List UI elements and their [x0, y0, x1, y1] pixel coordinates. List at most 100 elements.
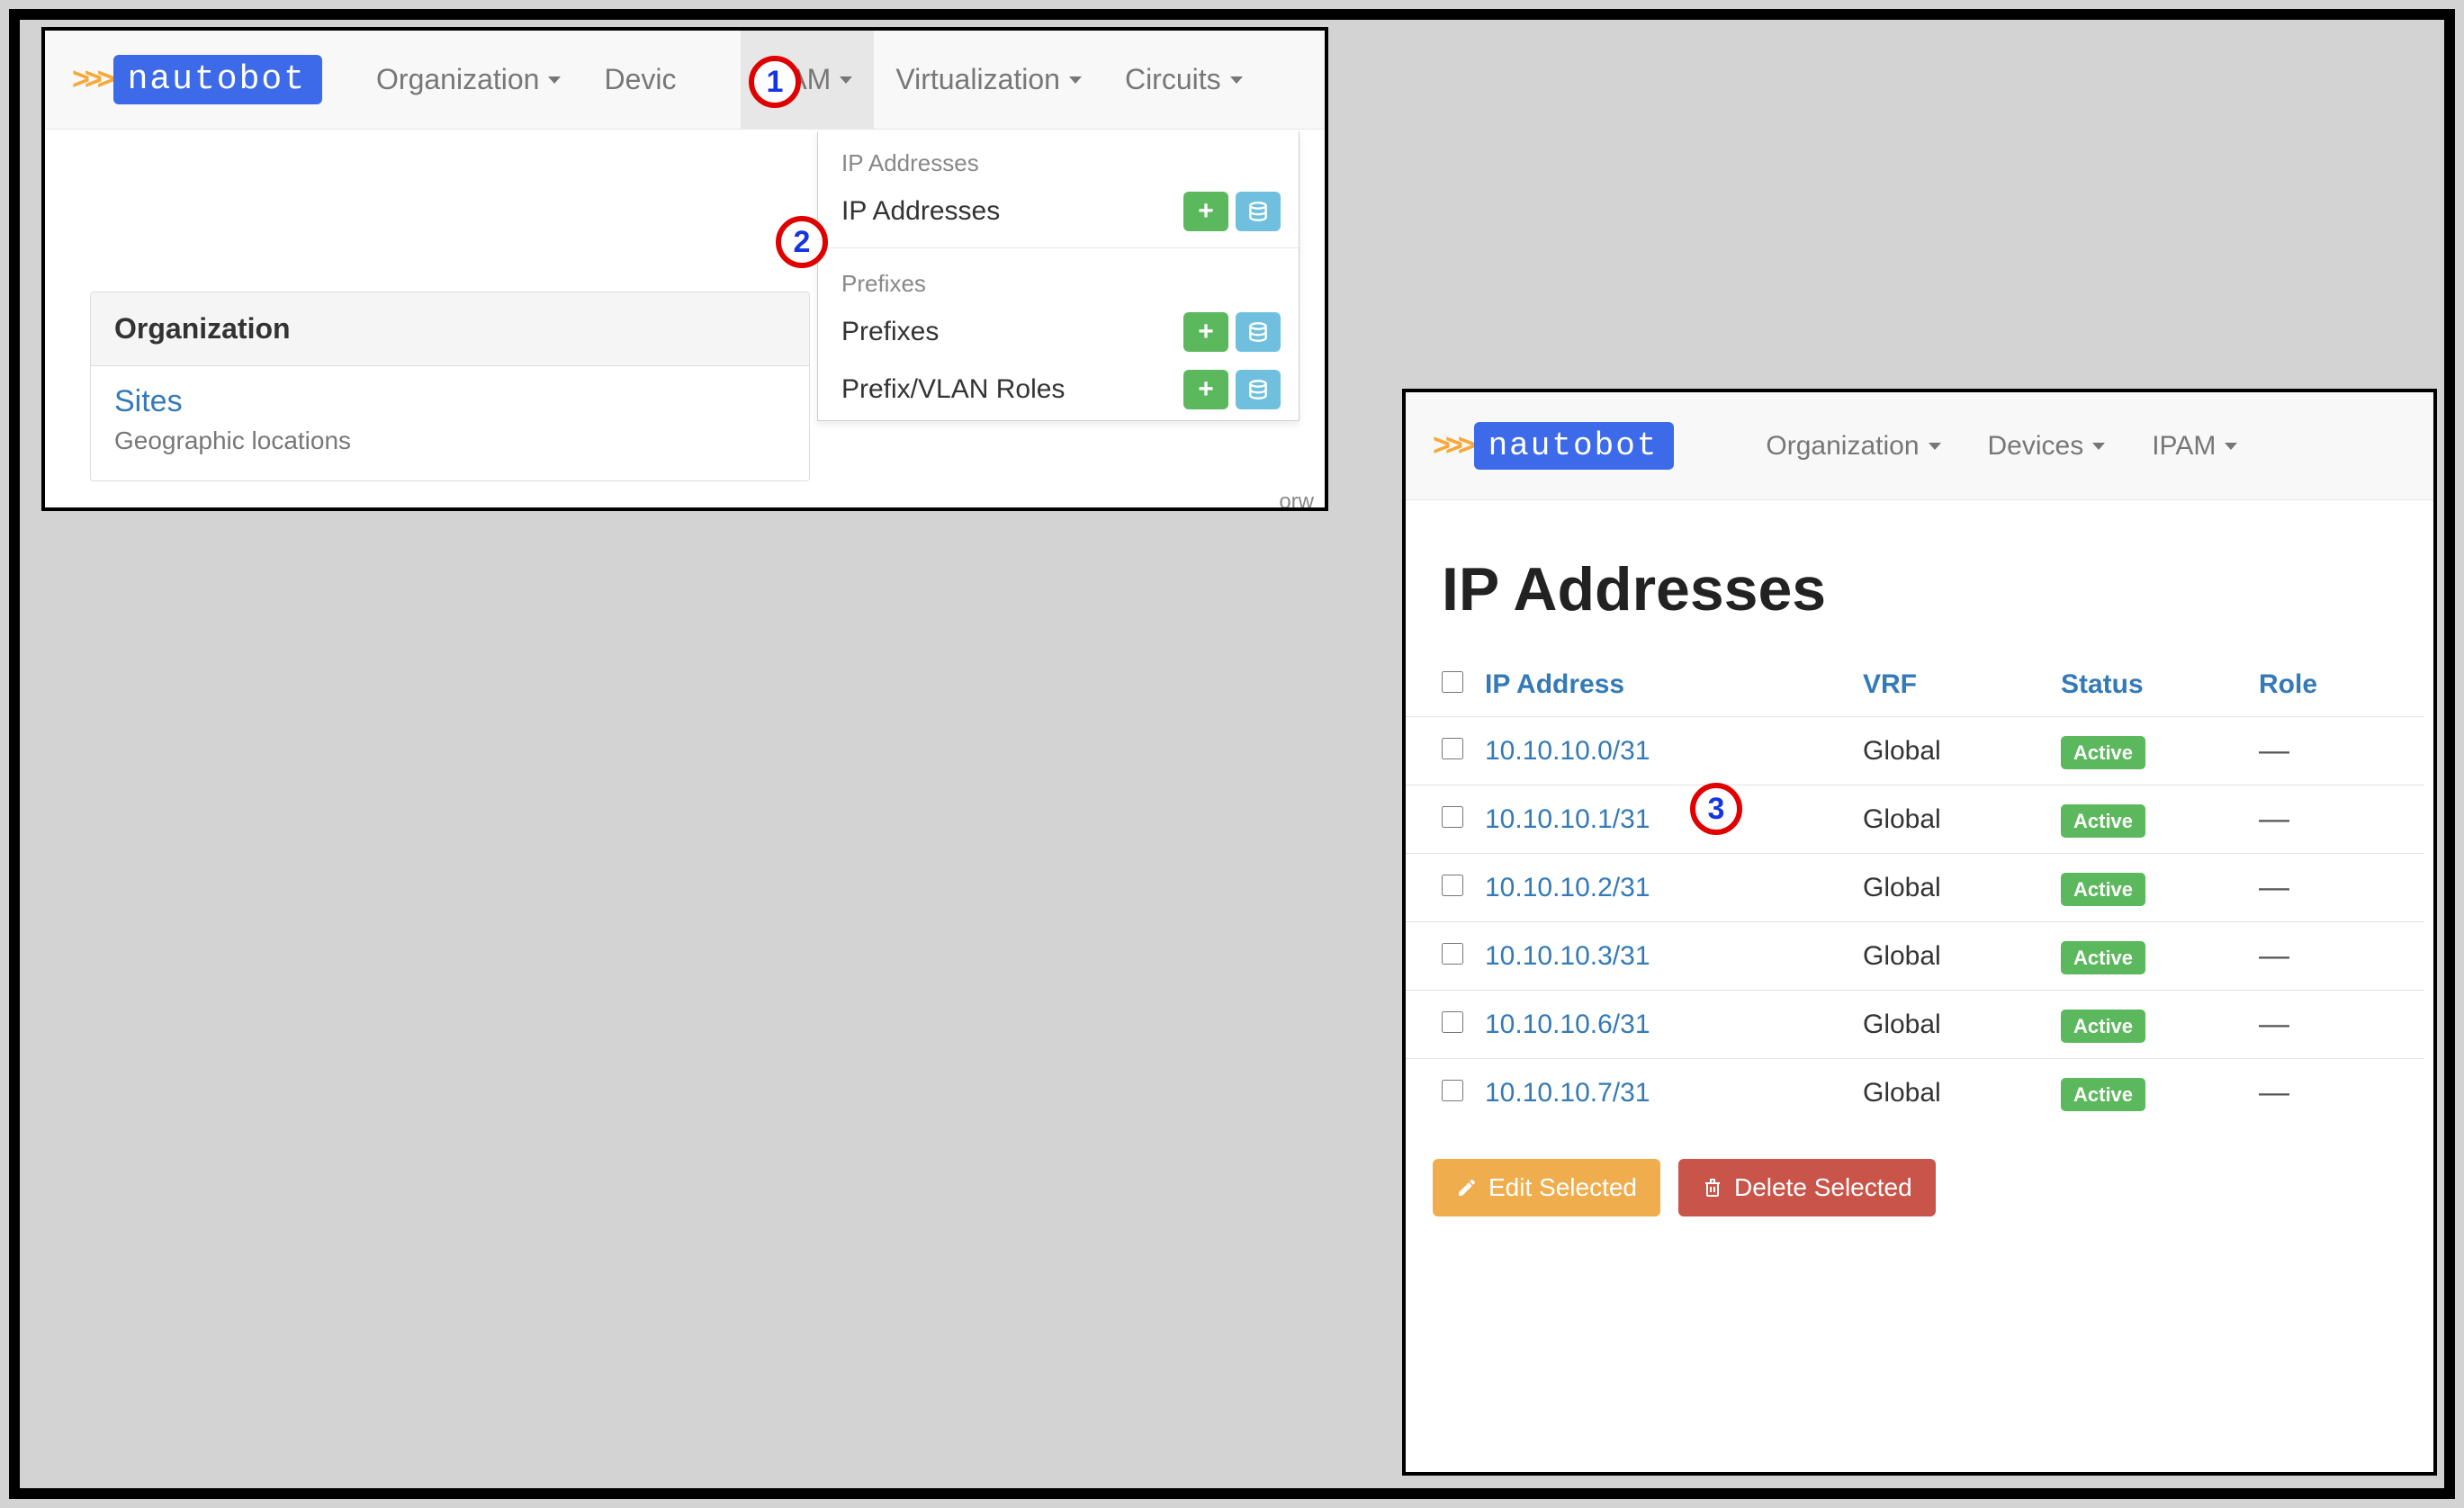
row-checkbox[interactable] — [1442, 1011, 1463, 1033]
import-button[interactable] — [1236, 192, 1281, 231]
row-ip-cell: 10.10.10.2/31 — [1474, 854, 1852, 922]
brand[interactable]: >>> nautobot — [1433, 422, 1674, 470]
nav-devices[interactable]: Devices — [1965, 392, 2129, 499]
row-role-cell: — — [2248, 785, 2424, 854]
dropdown-item-buttons: + — [1183, 192, 1281, 231]
nav-organization-label: Organization — [376, 63, 539, 96]
dropdown-item-prefixes[interactable]: Prefixes + — [818, 305, 1299, 363]
select-all-checkbox[interactable] — [1442, 671, 1463, 693]
plus-icon: + — [1198, 374, 1214, 405]
dropdown-section-header: Prefixes — [818, 252, 1299, 305]
add-button[interactable]: + — [1183, 192, 1228, 231]
row-status-cell: Active — [2050, 785, 2248, 854]
sites-subtitle: Geographic locations — [114, 426, 786, 455]
ip-address-link[interactable]: 10.10.10.3/31 — [1485, 941, 1650, 971]
row-status-cell: Active — [2050, 991, 2248, 1059]
ip-address-link[interactable]: 10.10.10.2/31 — [1485, 873, 1650, 902]
select-all-header — [1406, 660, 1474, 717]
table-row: 10.10.10.7/31 Global Active — — [1406, 1059, 2424, 1127]
delete-selected-button[interactable]: Delete Selected — [1678, 1159, 1936, 1216]
ip-address-link[interactable]: 10.10.10.6/31 — [1485, 1010, 1650, 1039]
database-icon — [1246, 200, 1270, 223]
status-badge: Active — [2061, 1078, 2145, 1111]
dropdown-item-label: IP Addresses — [841, 196, 1183, 227]
row-checkbox-cell — [1406, 1059, 1474, 1127]
column-header-status[interactable]: Status — [2050, 660, 2248, 717]
row-checkbox[interactable] — [1442, 943, 1463, 965]
sites-link[interactable]: Sites — [114, 384, 786, 419]
row-checkbox[interactable] — [1442, 875, 1463, 896]
brand-label: nautobot — [1474, 422, 1675, 470]
nav-organization[interactable]: Organization — [1742, 392, 1964, 499]
navbar: >>> nautobot Organization Devices IPAM — [1406, 392, 2433, 500]
row-role-cell: — — [2248, 922, 2424, 991]
annotation-callout-2: 2 — [776, 216, 828, 268]
table-row: 10.10.10.3/31GlobalActive— — [1406, 922, 2424, 991]
add-button[interactable]: + — [1183, 370, 1228, 409]
column-header-ip[interactable]: IP Address — [1474, 660, 1852, 717]
import-button[interactable] — [1236, 370, 1281, 409]
brand[interactable]: >>> nautobot — [72, 55, 322, 104]
dropdown-item-buttons: + — [1183, 370, 1281, 409]
database-icon — [1246, 320, 1270, 344]
navbar: >>> nautobot Organization Devic IPAM Vir… — [45, 31, 1325, 130]
delete-selected-label: Delete Selected — [1734, 1173, 1912, 1202]
caret-icon — [2092, 443, 2105, 450]
row-checkbox-cell — [1406, 717, 1474, 785]
page-title: IP Addresses — [1406, 500, 2433, 660]
card-header: Organization — [91, 292, 809, 366]
dropdown-section-header: IP Addresses — [818, 131, 1299, 184]
callout-number: 2 — [794, 225, 811, 260]
row-checkbox[interactable] — [1442, 738, 1463, 759]
dropdown-item-ip-addresses[interactable]: IP Addresses + — [818, 184, 1299, 242]
ip-address-link[interactable]: 10.10.10.7/31 — [1485, 1078, 1650, 1108]
ip-address-link[interactable]: 10.10.10.0/31 — [1485, 736, 1650, 766]
caret-icon — [1929, 443, 1941, 450]
caret-icon — [2225, 443, 2237, 450]
row-vrf-cell: Global — [1852, 991, 2050, 1059]
row-vrf-cell: Global — [1852, 1059, 2050, 1127]
nav-circuits[interactable]: Circuits — [1103, 31, 1264, 129]
row-role-cell: — — [2248, 854, 2424, 922]
row-vrf-cell: Global — [1852, 854, 2050, 922]
card-body: Sites Geographic locations — [91, 366, 809, 480]
ipam-dropdown: IP Addresses IP Addresses + Prefixes Pre… — [817, 131, 1299, 421]
dropdown-item-label: Prefixes — [841, 317, 1183, 347]
row-checkbox-cell — [1406, 922, 1474, 991]
composite-frame: >>> nautobot Organization Devic IPAM Vir… — [9, 9, 2455, 1499]
organization-card: Organization Sites Geographic locations — [90, 292, 810, 481]
nav-virtualization-label: Virtualization — [895, 63, 1060, 96]
truncated-text: orw — [1279, 489, 1314, 511]
dropdown-item-label: Prefix/VLAN Roles — [841, 374, 1183, 405]
row-checkbox-cell — [1406, 785, 1474, 854]
column-header-vrf[interactable]: VRF — [1852, 660, 2050, 717]
status-badge: Active — [2061, 1010, 2145, 1043]
row-checkbox-cell — [1406, 991, 1474, 1059]
import-button[interactable] — [1236, 312, 1281, 352]
add-button[interactable]: + — [1183, 312, 1228, 352]
ip-address-link[interactable]: 10.10.10.1/31 — [1485, 804, 1650, 834]
annotation-callout-3: 3 — [1690, 783, 1742, 835]
nav-devices[interactable]: Devic — [582, 31, 697, 129]
nav-virtualization[interactable]: Virtualization — [874, 31, 1103, 129]
callout-number: 3 — [1708, 792, 1725, 827]
dropdown-separator — [818, 247, 1299, 248]
dropdown-item-prefix-vlan-roles[interactable]: Prefix/VLAN Roles + — [818, 363, 1299, 420]
plus-icon: + — [1198, 317, 1214, 347]
row-checkbox[interactable] — [1442, 806, 1463, 828]
column-header-role[interactable]: Role — [2248, 660, 2424, 717]
row-role-cell: — — [2248, 717, 2424, 785]
nav-organization[interactable]: Organization — [355, 31, 582, 129]
plus-icon: + — [1198, 196, 1214, 227]
row-vrf-cell: Global — [1852, 922, 2050, 991]
edit-selected-button[interactable]: Edit Selected — [1433, 1159, 1660, 1216]
row-status-cell: Active — [2050, 1059, 2248, 1127]
table-row: 10.10.10.1/31GlobalActive— — [1406, 785, 2424, 854]
row-checkbox[interactable] — [1442, 1080, 1463, 1101]
nav-organization-label: Organization — [1766, 431, 1919, 462]
nav-circuits-label: Circuits — [1125, 63, 1221, 96]
row-role-cell: — — [2248, 1059, 2424, 1127]
nav-ipam[interactable]: IPAM — [2128, 392, 2261, 499]
screenshot-panel-2: >>> nautobot Organization Devices IPAM I… — [1402, 389, 2437, 1476]
row-status-cell: Active — [2050, 717, 2248, 785]
